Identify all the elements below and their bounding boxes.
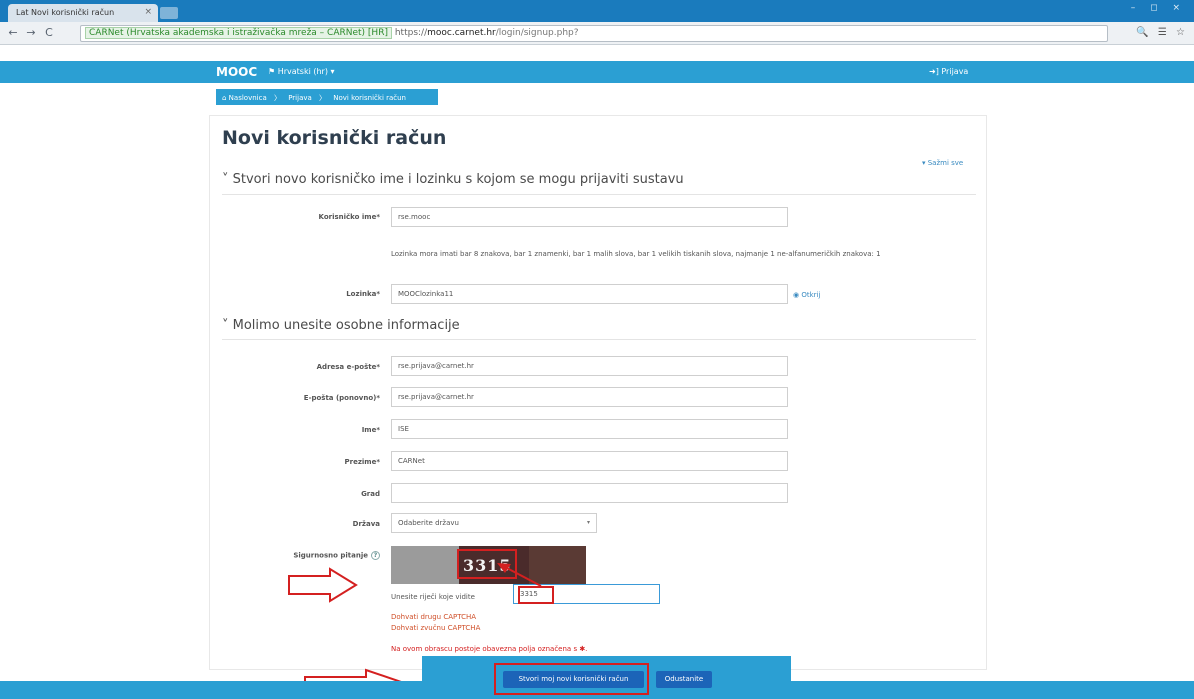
arrow-line [502, 565, 542, 587]
annotation-arrows [288, 563, 542, 699]
cancel-button[interactable]: Odustanite [656, 671, 712, 688]
arrow-right-icon [288, 567, 358, 603]
create-button-highlight-box [494, 663, 649, 695]
